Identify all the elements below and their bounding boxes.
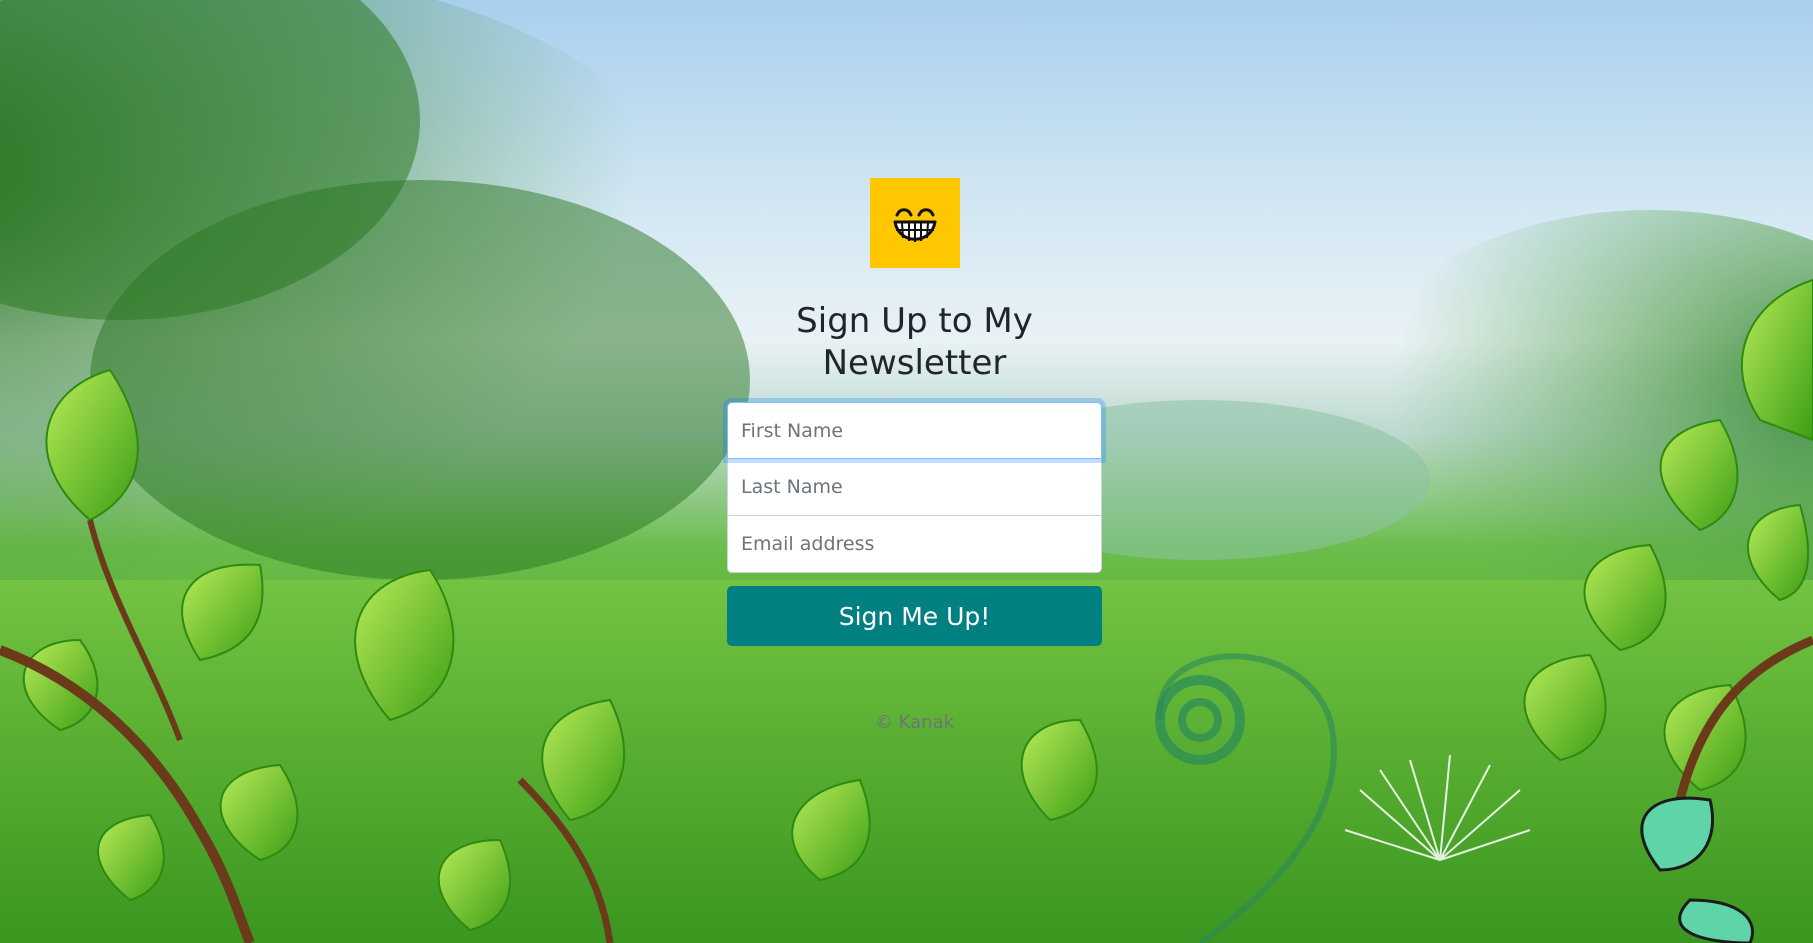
page-title: Sign Up to My Newsletter: [796, 301, 1033, 383]
first-name-input[interactable]: [727, 402, 1102, 459]
signup-form: Sign Up to My Newsletter Sign Me Up! © K…: [727, 178, 1102, 751]
last-name-input[interactable]: [727, 459, 1102, 516]
email-input[interactable]: [727, 516, 1102, 573]
sign-up-button[interactable]: Sign Me Up!: [727, 586, 1102, 646]
copyright-text: © Kanak: [874, 712, 955, 733]
grinning-face-icon: [869, 178, 960, 268]
page-background: Sign Up to My Newsletter Sign Me Up! © K…: [0, 0, 1813, 943]
